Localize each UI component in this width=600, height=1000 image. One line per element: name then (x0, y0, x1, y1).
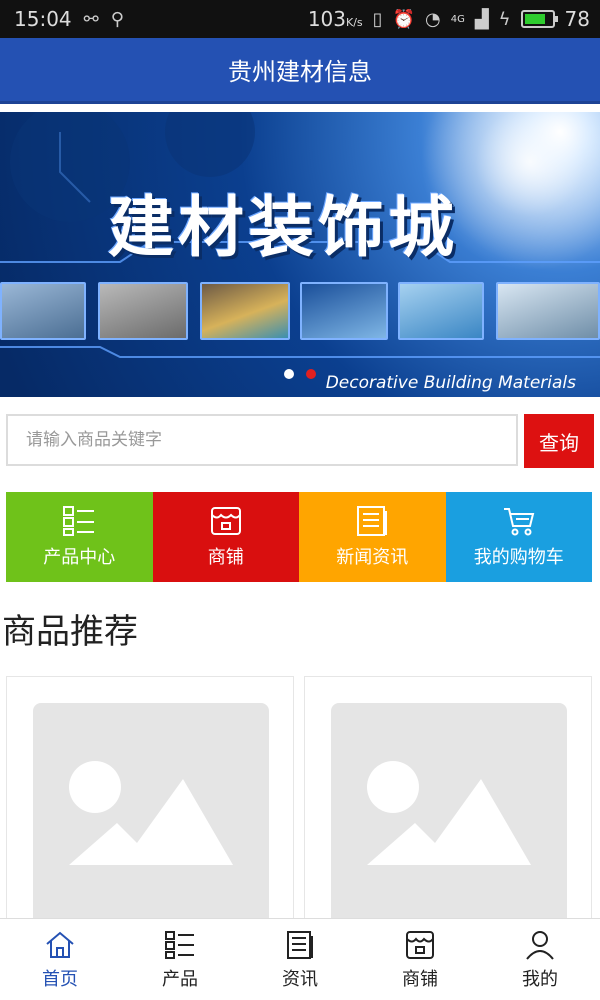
banner-title: 建材装饰城 (108, 189, 458, 266)
usb-icon: ⚲ (110, 8, 124, 30)
quick-nav-label: 新闻资讯 (336, 547, 409, 568)
newspaper-icon (357, 506, 388, 536)
image-placeholder-icon (367, 761, 531, 865)
app-bar: 贵州建材信息 (0, 38, 600, 104)
carousel-dot[interactable] (284, 369, 294, 379)
clock: 15:04 (14, 7, 72, 31)
nav-shops[interactable]: 商铺 (360, 919, 480, 1000)
person-icon (526, 930, 554, 960)
cart-icon (503, 508, 535, 536)
shop-icon (406, 930, 434, 959)
charging-icon: ϟ (498, 8, 511, 30)
nav-label: 资讯 (282, 968, 318, 990)
nav-label: 我的 (522, 968, 558, 990)
steel-frame-image (0, 282, 86, 340)
search-input[interactable] (6, 414, 518, 466)
quick-nav: 产品中心 商铺 新闻资讯 我的购物车 (6, 492, 592, 582)
quick-nav-label: 产品中心 (43, 547, 116, 568)
search-button[interactable]: 查询 (524, 414, 594, 468)
nav-products[interactable]: 产品 (120, 919, 240, 1000)
product-card[interactable] (6, 676, 294, 939)
brushes-image (300, 282, 388, 340)
nav-news[interactable]: 资讯 (240, 919, 360, 1000)
quick-nav-label: 商铺 (207, 547, 244, 568)
nav-mine[interactable]: 我的 (480, 919, 600, 1000)
battery-percent: 78 (564, 7, 590, 31)
search-bar: 查询 (6, 414, 594, 468)
paint-buckets-image (200, 282, 290, 340)
banner-carousel[interactable]: 建材装饰城 Decorative Building Materials (0, 112, 600, 397)
grid-list-icon (63, 506, 95, 536)
network-type: 4G (450, 13, 465, 25)
vibrate-icon: ▯ (372, 8, 383, 30)
signal-icon: ▟ (474, 8, 489, 30)
banner-thumbnails (0, 282, 600, 340)
quick-nav-products[interactable]: 产品中心 (6, 492, 153, 582)
alarm-icon: ⏰ (392, 8, 415, 30)
battery-icon (520, 10, 558, 28)
quick-nav-label: 我的购物车 (473, 547, 564, 568)
newspaper-icon (287, 930, 313, 959)
carousel-dot-active[interactable] (306, 369, 316, 379)
steel-pipes-image (496, 282, 600, 340)
product-grid (6, 676, 594, 939)
image-placeholder-icon (69, 761, 233, 865)
status-bar: 15:04 ⚯ ⚲ 103K/s ▯ ⏰ ◔ 4G ▟ ϟ 78 (0, 0, 600, 38)
nav-label: 首页 (42, 968, 78, 990)
shop-icon (210, 507, 241, 535)
nav-label: 商铺 (402, 968, 438, 990)
grid-list-icon (165, 930, 194, 959)
construction-site-image (98, 282, 188, 340)
banner-caption: Decorative Building Materials (325, 373, 576, 393)
product-card[interactable] (304, 676, 592, 939)
quick-nav-news[interactable]: 新闻资讯 (299, 492, 446, 582)
section-title: 商品推荐 (2, 612, 138, 652)
nav-label: 产品 (162, 968, 198, 990)
usb-share-icon: ⚯ (83, 8, 99, 30)
engineer-image (398, 282, 484, 340)
image-placeholder (331, 703, 567, 939)
bottom-nav: 首页 产品 资讯 商铺 我的 (0, 918, 600, 1000)
network-speed: 103K/s (307, 7, 363, 31)
nav-home[interactable]: 首页 (0, 919, 120, 1000)
home-icon (46, 931, 74, 958)
wifi-icon: ◔ (424, 8, 441, 30)
carousel-indicators (284, 369, 316, 379)
quick-nav-shops[interactable]: 商铺 (152, 492, 299, 582)
image-placeholder (33, 703, 269, 939)
page-title: 贵州建材信息 (228, 58, 372, 86)
quick-nav-cart[interactable]: 我的购物车 (445, 492, 592, 582)
